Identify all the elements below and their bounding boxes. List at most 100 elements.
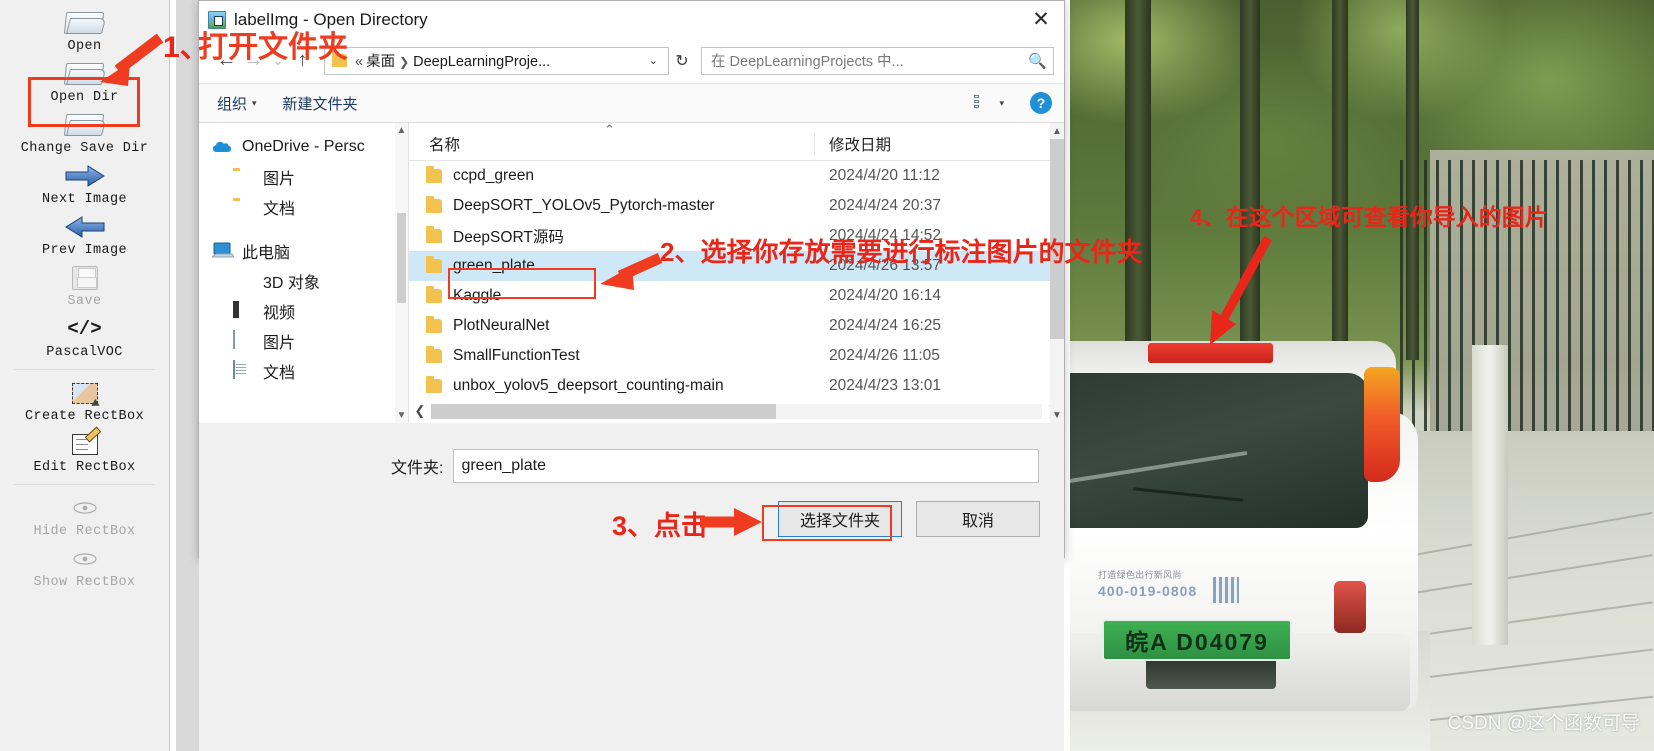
forward-icon[interactable]: →: [240, 47, 267, 74]
scroll-down-icon[interactable]: ▼: [1050, 407, 1064, 423]
tree-item-onedrive-pictures[interactable]: 图片: [199, 162, 408, 192]
table-row[interactable]: SmallFunctionTest 2024/4/26 11:05: [409, 341, 1064, 371]
search-box[interactable]: 在 DeepLearningProjects 中... 🔍: [701, 46, 1054, 75]
toolbar-label-hide-rectbox: Hide RectBox: [33, 524, 136, 539]
breadcrumb[interactable]: «桌面 ❯ DeepLearningProje...: [355, 50, 643, 71]
recent-locations-icon[interactable]: ⌄: [267, 47, 289, 74]
scroll-thumb[interactable]: [1050, 139, 1064, 339]
onedrive-icon: [212, 137, 234, 157]
toolbar-label-show-rectbox: Show RectBox: [33, 575, 136, 590]
help-icon[interactable]: ?: [1030, 92, 1052, 114]
tree-item-pictures[interactable]: 图片: [199, 326, 408, 356]
refresh-icon[interactable]: ↻: [669, 47, 695, 75]
address-folder-icon: [332, 51, 347, 67]
folder-icon: [63, 110, 107, 140]
file-date: 2024/4/23 13:01: [829, 377, 942, 394]
toolbar-label-next-image: Next Image: [41, 192, 127, 207]
breadcrumb-item-1[interactable]: DeepLearningProje...: [413, 54, 550, 70]
column-header-date[interactable]: 修改日期: [814, 133, 1064, 155]
toolbar-item-prev-image[interactable]: Prev Image: [0, 210, 169, 261]
table-row[interactable]: PlotNeuralNet 2024/4/24 16:25: [409, 311, 1064, 341]
sort-ascending-icon: ⌃: [604, 122, 615, 137]
tree-item-documents[interactable]: 文档: [199, 356, 408, 386]
dialog-navigation-bar: ← → ⌄ ↑ «桌面 ❯ DeepLearningProje... ⌄ ↻ 在 D…: [199, 38, 1064, 83]
toolbar-item-change-save-dir[interactable]: Change Save Dir: [0, 108, 169, 159]
loaded-image-preview[interactable]: 打造绿色出行新风尚 400-019-0808 皖A D04079 CSDN @这…: [1070, 0, 1654, 751]
documents-icon: [233, 360, 255, 381]
tree-item-videos[interactable]: 视频: [199, 296, 408, 326]
scroll-up-icon[interactable]: ▲: [395, 123, 408, 138]
license-plate: 皖A D04079: [1102, 619, 1292, 661]
toolbar-label-edit-rectbox: Edit RectBox: [33, 460, 136, 475]
toolbar-item-next-image[interactable]: Next Image: [0, 159, 169, 210]
table-row[interactable]: Kaggle 2024/4/20 16:14: [409, 281, 1064, 311]
toolbar-label-open-dir: Open Dir: [50, 90, 119, 105]
dialog-footer: 文件夹: green_plate 选择文件夹 取消: [199, 423, 1064, 751]
tree-item-onedrive-documents[interactable]: 文档: [199, 192, 408, 222]
column-header-name[interactable]: ⌃ 名称: [409, 122, 814, 155]
toolbar-item-create-rectbox[interactable]: Create RectBox: [0, 376, 169, 427]
folder-icon: [426, 346, 442, 363]
scroll-down-icon[interactable]: ▼: [395, 408, 408, 423]
tree-scrollbar[interactable]: ▲ ▼: [395, 123, 408, 423]
toolbar-label-create-rectbox: Create RectBox: [24, 409, 145, 424]
breadcrumb-separator: ❯: [399, 55, 410, 69]
folder-field-label: 文件夹:: [391, 460, 444, 477]
toolbar-item-format[interactable]: </> PascalVOC: [0, 312, 169, 363]
folder-icon: [233, 167, 255, 187]
tree-label-3d-objects: 3D 对象: [263, 275, 320, 292]
tree-label-onedrive-pictures: 图片: [263, 171, 296, 188]
videos-icon: [233, 301, 255, 321]
up-icon[interactable]: ↑: [289, 47, 316, 74]
tree-label-documents: 文档: [263, 365, 296, 382]
folder-icon: [63, 8, 107, 38]
folder-icon: [426, 286, 442, 303]
folder-name-input[interactable]: green_plate: [453, 449, 1040, 483]
file-list-horizontal-scrollbar[interactable]: ❮ ❯: [409, 399, 1064, 423]
scroll-left-icon[interactable]: ❮: [409, 403, 431, 419]
table-row[interactable]: DeepSORT_YOLOv5_Pytorch-master 2024/4/24…: [409, 191, 1064, 221]
file-name: ccpd_green: [453, 167, 535, 184]
cancel-button[interactable]: 取消: [916, 501, 1040, 537]
select-folder-button[interactable]: 选择文件夹: [778, 501, 902, 537]
hscroll-track[interactable]: [431, 403, 1042, 419]
table-row[interactable]: ccpd_green 2024/4/20 11:12: [409, 161, 1064, 191]
hscroll-thumb[interactable]: [431, 403, 776, 419]
table-row[interactable]: unbox_yolov5_deepsort_counting-main 2024…: [409, 371, 1064, 399]
new-folder-button[interactable]: 新建文件夹: [283, 93, 358, 114]
toolbar-item-open-dir[interactable]: Open Dir: [0, 57, 169, 108]
tree-item-this-pc[interactable]: 此电脑: [199, 236, 408, 266]
tree-item-3d-objects[interactable]: 3D 对象: [199, 266, 408, 296]
toolbar-divider-1: [14, 369, 155, 370]
folder-icon: [426, 166, 442, 183]
scroll-up-icon[interactable]: ▲: [1050, 123, 1064, 139]
navigation-tree[interactable]: OneDrive - Persc 图片 文档 此电脑 3D 对象 视频 图片 文…: [199, 123, 409, 423]
scroll-thumb[interactable]: [397, 213, 406, 303]
toolbar-divider-2: [14, 484, 155, 485]
toolbar-item-open[interactable]: Open: [0, 6, 169, 57]
table-row-selected[interactable]: green_plate 2024/4/26 13:57: [409, 251, 1064, 281]
organize-label: 组织: [217, 95, 248, 113]
organize-button[interactable]: 组织 ▾: [217, 93, 257, 114]
toolbar-label-open: Open: [67, 39, 102, 54]
toolbar-item-hide-rectbox: Hide RectBox: [0, 491, 169, 542]
tree-item-onedrive[interactable]: OneDrive - Persc: [199, 132, 408, 162]
toolbar-label-format: PascalVOC: [46, 345, 123, 360]
back-icon[interactable]: ←: [213, 47, 240, 74]
address-bar[interactable]: «桌面 ❯ DeepLearningProje... ⌄: [324, 46, 669, 75]
column-header-date-label: 修改日期: [829, 137, 892, 154]
dialog-titlebar: labelImg - Open Directory ✕: [199, 1, 1064, 38]
code-icon: </>: [67, 318, 102, 340]
chevron-down-icon[interactable]: ⌄: [643, 54, 664, 67]
file-name: Kaggle: [453, 287, 502, 304]
view-list-icon: [974, 94, 994, 112]
search-input[interactable]: 在 DeepLearningProjects 中...: [711, 50, 1028, 71]
eye-icon: [72, 544, 97, 574]
file-list-vertical-scrollbar[interactable]: ▲ ▼: [1050, 123, 1064, 423]
toolbar-item-edit-rectbox[interactable]: Edit RectBox: [0, 427, 169, 478]
breadcrumb-item-0[interactable]: 桌面: [366, 54, 395, 70]
close-icon[interactable]: ✕: [1018, 1, 1064, 38]
arrow-right-icon: [62, 161, 108, 191]
table-row[interactable]: DeepSORT源码 2024/4/24 14:52: [409, 221, 1064, 251]
change-view-button[interactable]: ▾: [974, 94, 1004, 112]
